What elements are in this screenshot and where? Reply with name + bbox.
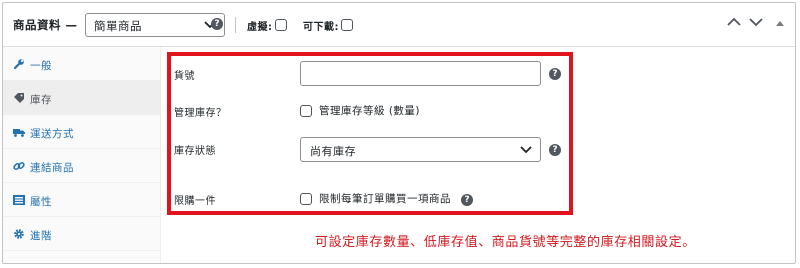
tab-label: 屬性 [30,196,52,208]
gear-icon [14,229,24,239]
tab-advanced[interactable]: 進階 [3,217,161,251]
toggle-panel-button[interactable] [775,17,793,33]
tab-attributes[interactable]: 屬性 [3,183,161,217]
triangle-up-icon [776,21,784,26]
annotation-text: 可設定庫存數量、低庫存值、商品貨號等完整的庫存相關設定。 [315,235,696,250]
header-divider [235,17,236,33]
tab-general[interactable]: 一般 [3,47,161,81]
truck-icon [13,129,25,137]
downloadable-label: 可下載: [303,22,339,33]
move-down-button[interactable] [749,17,767,33]
chevron-down-icon [749,18,763,27]
highlight-box [167,52,573,215]
downloadable-checkbox[interactable] [341,19,353,31]
move-up-button[interactable] [727,17,745,33]
panel-header: 商品資料 — 簡單商品 ? 虛擬: 可下載: [3,3,795,47]
tab-inventory[interactable]: 庫存 [3,81,161,115]
help-icon[interactable]: ? [211,18,223,30]
product-data-tabs: 一般 庫存 運送方式 連結商品 屬性 進階 [3,47,161,263]
list-icon [13,195,25,205]
tag-icon [14,93,24,103]
link-icon [13,162,25,170]
chevron-up-icon [727,17,741,26]
tab-linked-products[interactable]: 連結商品 [3,149,161,183]
tab-label: 進階 [30,230,52,242]
product-type-select[interactable]: 簡單商品 [85,13,225,37]
tab-label: 連結商品 [30,162,74,174]
tab-label: 一般 [30,60,52,72]
product-type-value: 簡單商品 [94,19,142,33]
tab-shipping[interactable]: 運送方式 [3,115,161,149]
panel-title: 商品資料 — [13,18,78,32]
wrench-icon [13,59,24,70]
product-data-panel: 商品資料 — 簡單商品 ? 虛擬: 可下載: 一般 庫存 運送方式 連結商品 屬… [2,2,796,264]
tab-label: 運送方式 [30,128,74,140]
tab-label: 庫存 [30,94,52,106]
virtual-checkbox[interactable] [275,19,287,31]
virtual-label: 虛擬: [247,22,273,33]
